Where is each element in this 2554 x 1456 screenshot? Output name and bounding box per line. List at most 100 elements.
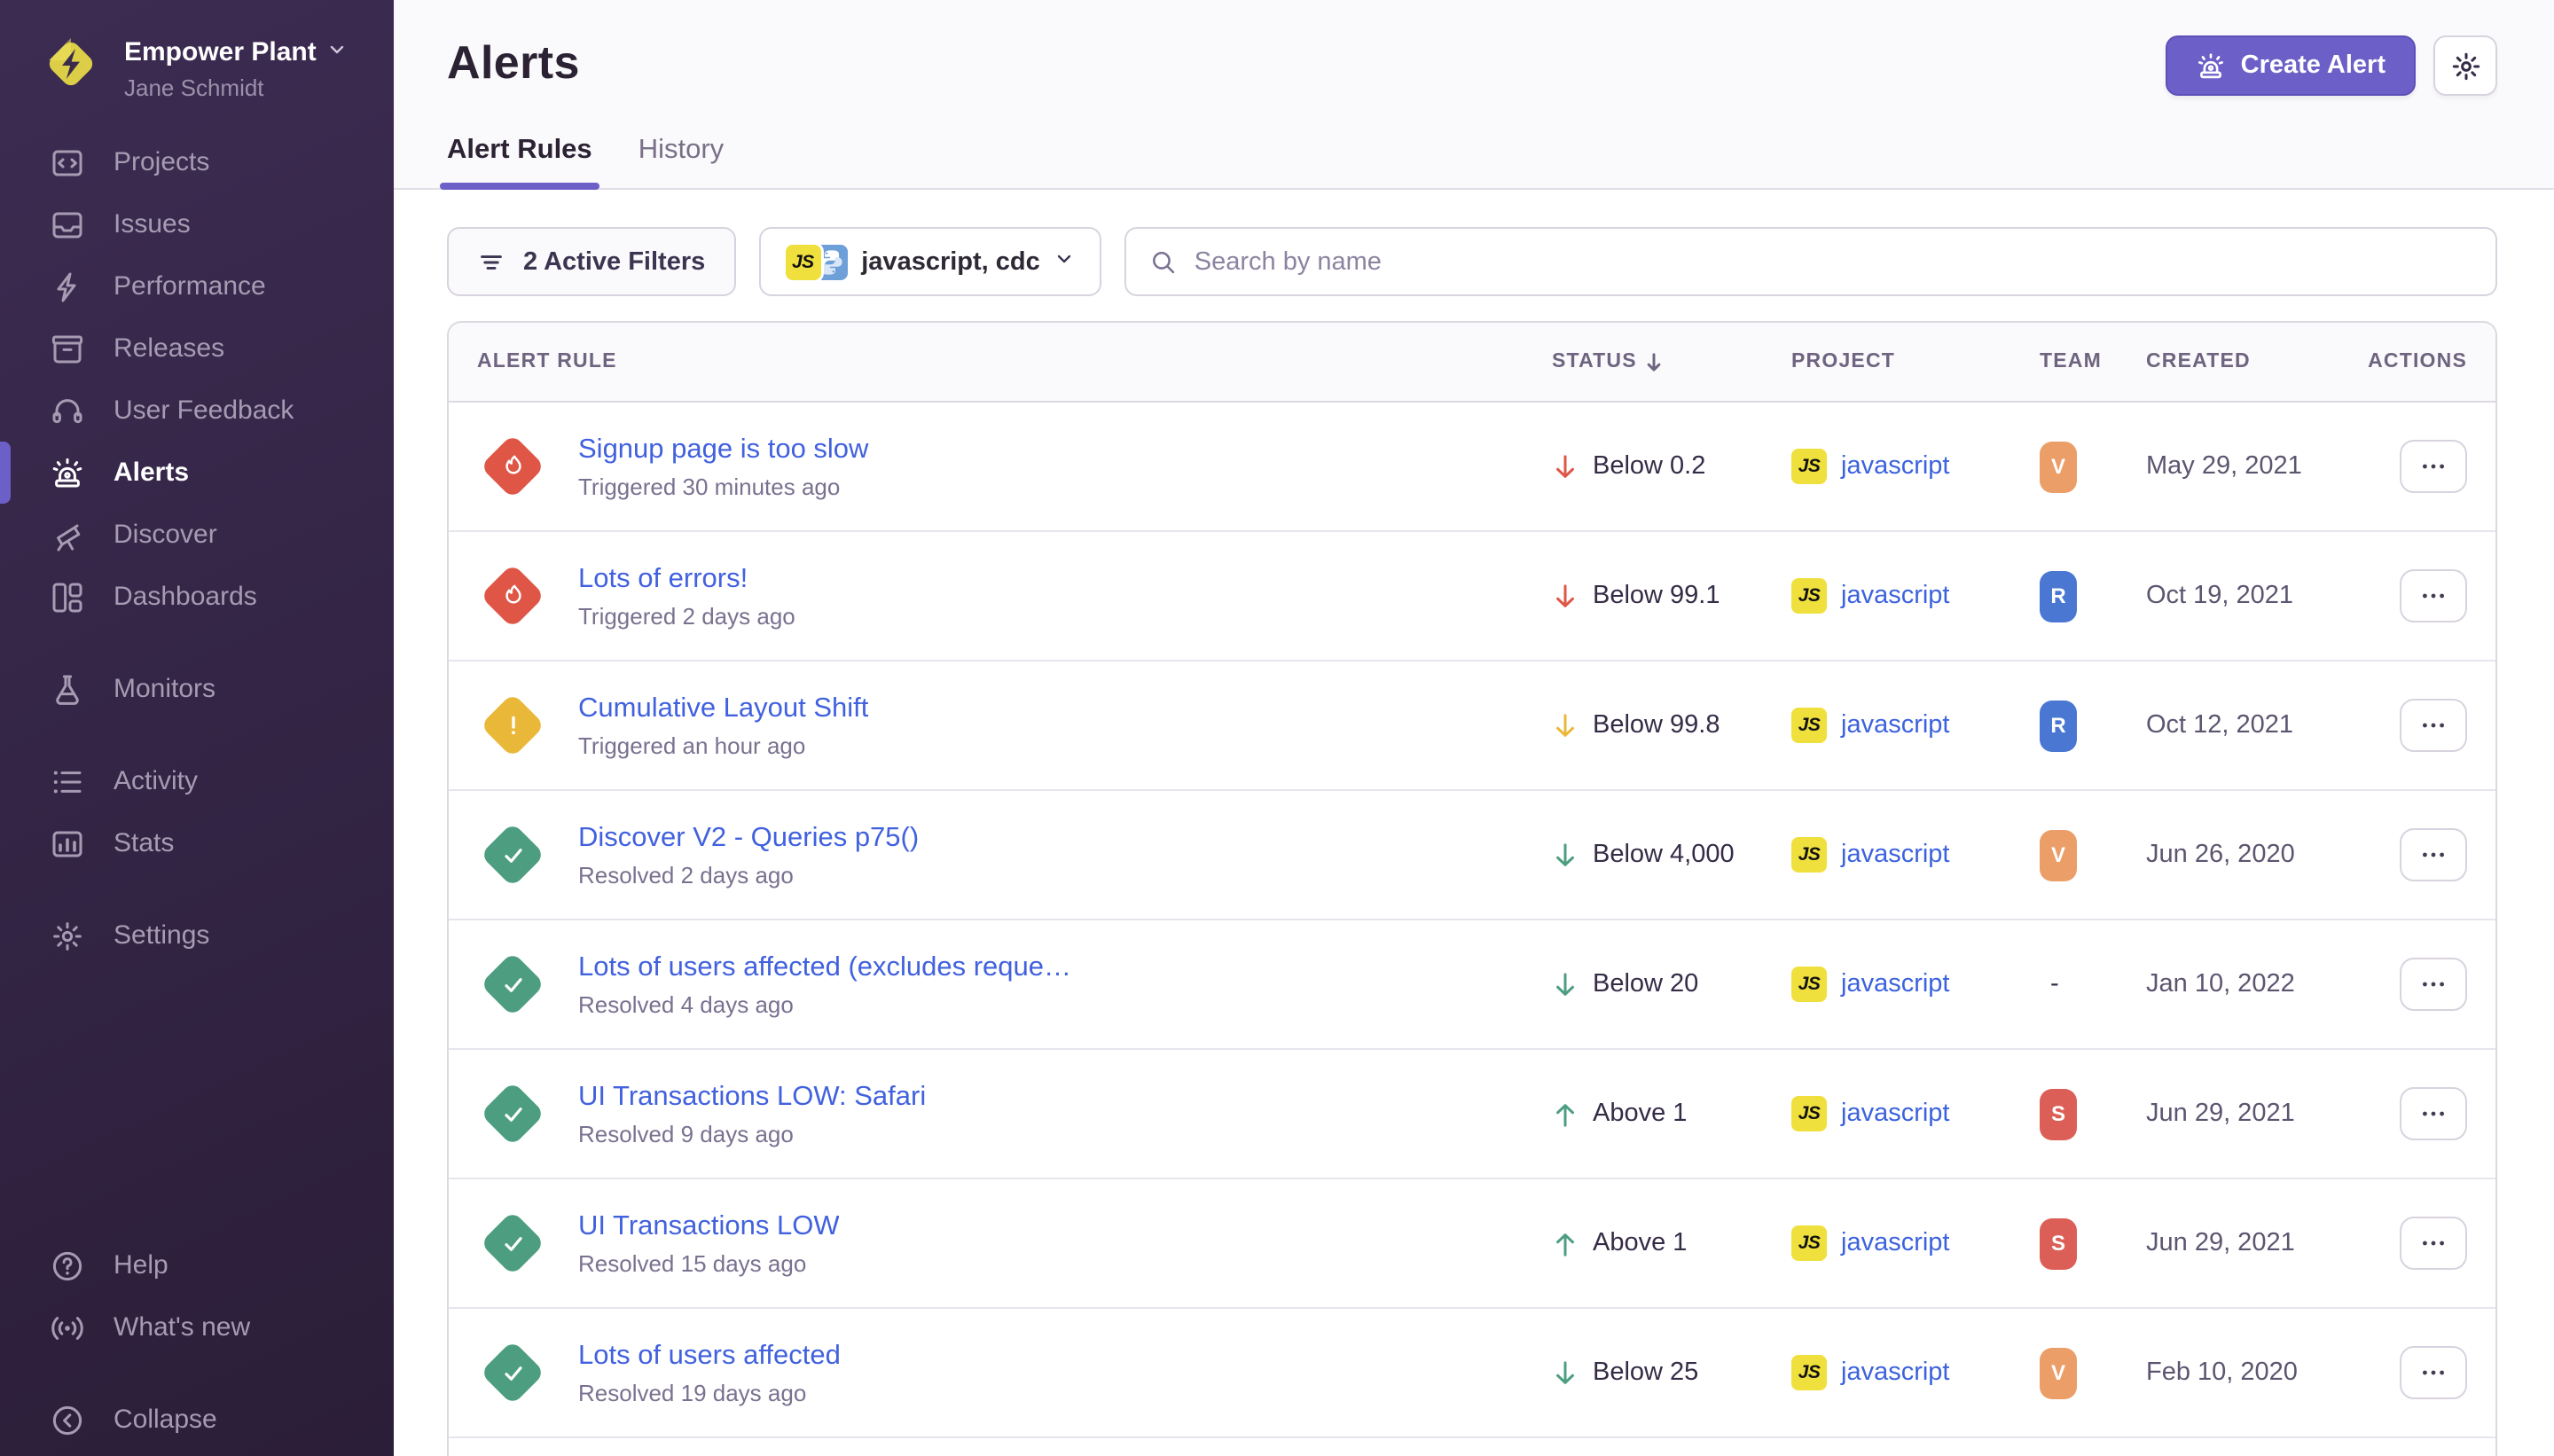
- team-avatar: R: [2040, 700, 2077, 751]
- sidebar-item-label: Projects: [114, 148, 209, 178]
- sidebar-item-releases[interactable]: Releases: [0, 318, 394, 380]
- sidebar-item-help[interactable]: Help: [0, 1234, 394, 1296]
- created-date: Jun 26, 2020: [2146, 841, 2386, 869]
- issues-icon: [50, 207, 85, 243]
- sidebar-item-issues[interactable]: Issues: [0, 194, 394, 256]
- project-link[interactable]: javascript: [1841, 1229, 1950, 1257]
- created-date: Feb 10, 2020: [2146, 1358, 2386, 1387]
- help-icon: [50, 1248, 85, 1283]
- sidebar-item-activity[interactable]: Activity: [0, 751, 394, 813]
- table-row: Lots of errors! Triggered 2 days ago Bel…: [449, 532, 2495, 661]
- search-box[interactable]: [1125, 227, 2497, 296]
- project-link[interactable]: javascript: [1841, 970, 1950, 998]
- sidebar-item-projects[interactable]: Projects: [0, 132, 394, 194]
- sidebar-nav: Projects Issues Performance Releases Use…: [0, 132, 394, 967]
- page-header: Alerts Create Alert: [394, 0, 2554, 190]
- row-actions-button[interactable]: [2400, 440, 2467, 493]
- org-switcher[interactable]: Empower Plant Jane Schmidt: [0, 0, 394, 104]
- alert-rule-link[interactable]: Lots of errors!: [578, 563, 795, 595]
- project-selector-label: javascript, cdc: [861, 247, 1040, 276]
- javascript-platform-icon: JS: [1791, 1096, 1827, 1131]
- create-alert-button[interactable]: Create Alert: [2166, 35, 2416, 96]
- sidebar-item-stats[interactable]: Stats: [0, 813, 394, 875]
- stats-icon: [50, 826, 85, 862]
- alert-rules-table: Alert Rule Status Project Team Created A…: [447, 321, 2497, 1456]
- table-row: UI Transactions LOW Resolved 15 days ago…: [449, 1179, 2495, 1309]
- monitors-icon: [50, 672, 85, 708]
- projects-icon: [50, 145, 85, 181]
- javascript-platform-icon: JS: [785, 244, 820, 279]
- row-actions-button[interactable]: [2400, 828, 2467, 881]
- whats-new-icon: [50, 1310, 85, 1345]
- project-link[interactable]: javascript: [1841, 1100, 1950, 1128]
- table-row: Cumulative Layout Shift Triggered an hou…: [449, 661, 2495, 791]
- page-title: Alerts: [447, 35, 580, 90]
- sidebar-item-collapse[interactable]: Collapse: [0, 1389, 394, 1451]
- collapse-icon: [50, 1402, 85, 1437]
- sidebar-item-monitors[interactable]: Monitors: [0, 659, 394, 721]
- project-link[interactable]: javascript: [1841, 841, 1950, 869]
- alert-rule-link[interactable]: UI Transactions LOW: Safari: [578, 1081, 926, 1113]
- search-input[interactable]: [1195, 247, 2472, 276]
- ellipsis-icon: [2419, 452, 2448, 481]
- javascript-platform-icon: JS: [1791, 449, 1827, 484]
- alert-rule-status-note: Triggered 2 days ago: [578, 602, 795, 629]
- alert-rule-link[interactable]: UI Transactions LOW: [578, 1210, 840, 1242]
- active-filters-button[interactable]: 2 Active Filters: [447, 227, 735, 296]
- sidebar-item-label: Discover: [114, 521, 217, 551]
- table-header-row: Alert Rule Status Project Team Created A…: [449, 323, 2495, 403]
- project-link[interactable]: javascript: [1841, 582, 1950, 610]
- column-header-created: Created: [2146, 351, 2386, 372]
- sidebar-item-discover[interactable]: Discover: [0, 505, 394, 567]
- sidebar-item-dashboards[interactable]: Dashboards: [0, 567, 394, 629]
- sidebar-item-label: Activity: [114, 767, 198, 797]
- tab-history[interactable]: History: [638, 135, 724, 188]
- alert-rule-link[interactable]: Lots of users affected (excludes reque…: [578, 951, 1071, 983]
- column-header-status[interactable]: Status: [1552, 350, 1791, 373]
- sidebar-item-alerts[interactable]: Alerts: [0, 442, 394, 505]
- alerts-settings-button[interactable]: [2433, 35, 2497, 96]
- project-link[interactable]: javascript: [1841, 452, 1950, 481]
- warning-severity-icon: [477, 690, 548, 761]
- row-actions-button[interactable]: [2400, 1217, 2467, 1270]
- alert-rule-link[interactable]: Lots of users affected: [578, 1340, 841, 1372]
- sidebar-item-performance[interactable]: Performance: [0, 256, 394, 318]
- project-selector[interactable]: JS javascript, cdc: [758, 227, 1102, 296]
- sidebar-item-what-s-new[interactable]: What's new: [0, 1296, 394, 1358]
- created-date: Jun 29, 2021: [2146, 1229, 2386, 1257]
- row-actions-button[interactable]: [2400, 1087, 2467, 1140]
- project-link[interactable]: javascript: [1841, 1358, 1950, 1387]
- row-actions-button[interactable]: [2400, 569, 2467, 622]
- resolved-severity-icon: [477, 1337, 548, 1408]
- sidebar-item-settings[interactable]: Settings: [0, 905, 394, 967]
- tab-alert-rules[interactable]: Alert Rules: [447, 135, 592, 188]
- status-threshold: Below 25: [1593, 1358, 1698, 1387]
- ellipsis-icon: [2419, 1358, 2448, 1387]
- row-actions-button[interactable]: [2400, 958, 2467, 1011]
- ellipsis-icon: [2419, 970, 2448, 998]
- dashboards-icon: [50, 580, 85, 615]
- created-date: Jan 10, 2022: [2146, 970, 2386, 998]
- project-link[interactable]: javascript: [1841, 711, 1950, 740]
- chevron-down-icon: [1054, 247, 1076, 276]
- column-header-actions: Actions: [2386, 351, 2467, 372]
- trend-arrow-up-icon: [1552, 1099, 1579, 1129]
- sidebar-item-user-feedback[interactable]: User Feedback: [0, 380, 394, 442]
- alert-rule-link[interactable]: Signup page is too slow: [578, 434, 868, 466]
- table-row: Signup page is too slow Triggered 30 min…: [449, 403, 2495, 532]
- org-logo-icon: [39, 32, 103, 96]
- column-header-team: Team: [2040, 351, 2146, 372]
- status-threshold: Below 4,000: [1593, 841, 1735, 869]
- row-actions-button[interactable]: [2400, 699, 2467, 752]
- siren-icon: [2197, 51, 2227, 81]
- javascript-platform-icon: JS: [1791, 967, 1827, 1002]
- alert-rule-link[interactable]: Discover V2 - Queries p75(): [578, 822, 919, 854]
- resolved-severity-icon: [477, 1208, 548, 1279]
- status-threshold: Below 99.8: [1593, 711, 1720, 740]
- main-content: Alerts Create Alert: [394, 0, 2554, 1456]
- status-threshold: Below 99.1: [1593, 582, 1720, 610]
- alert-rule-link[interactable]: Cumulative Layout Shift: [578, 693, 868, 724]
- row-actions-button[interactable]: [2400, 1346, 2467, 1399]
- table-row: Lots of users affected Resolved 19 days …: [449, 1309, 2495, 1438]
- project-platform-icons: JS: [785, 244, 847, 279]
